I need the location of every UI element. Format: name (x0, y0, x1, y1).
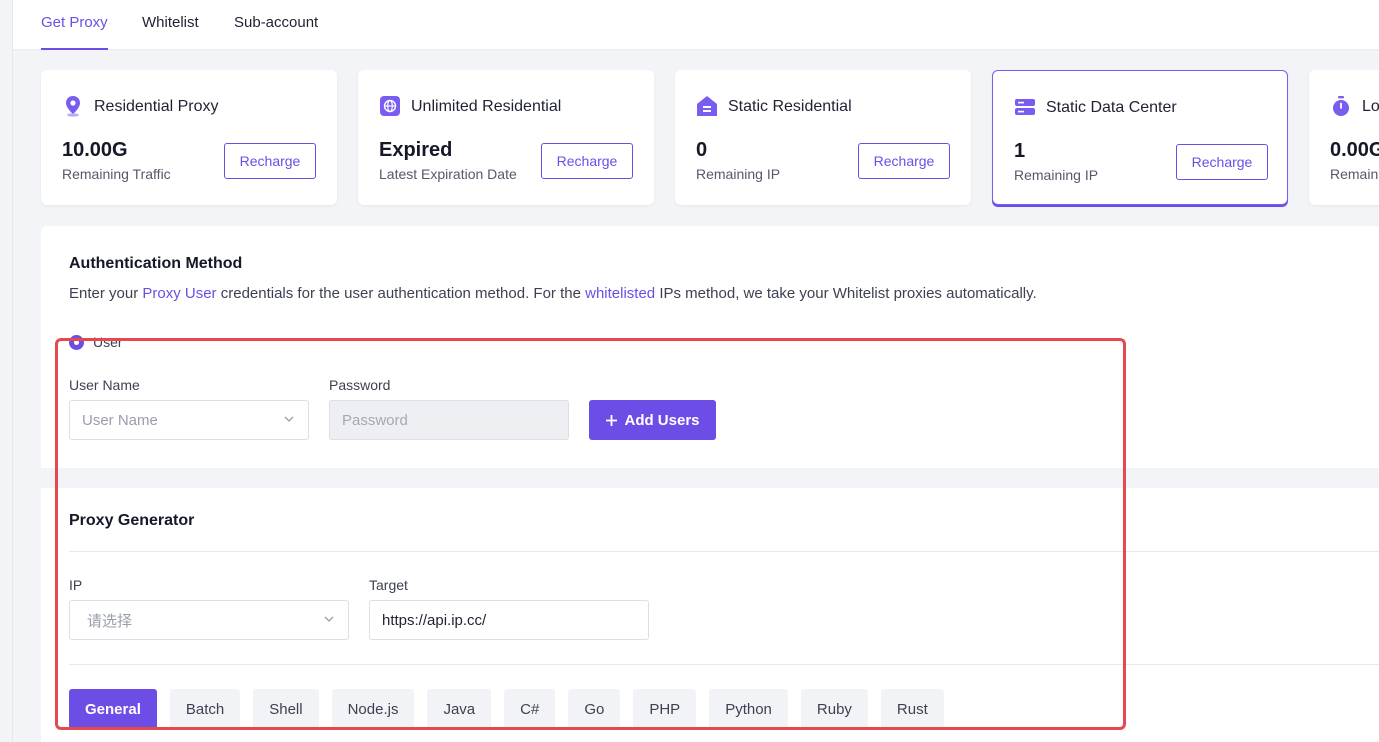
recharge-button[interactable]: Recharge (541, 143, 633, 179)
desc-text: Enter your (69, 285, 143, 302)
lang-tab-go[interactable]: Go (568, 689, 621, 730)
divider (69, 551, 1379, 552)
ip-placeholder: 请选择 (87, 612, 133, 630)
proxy-user-link[interactable]: Proxy User (142, 285, 216, 302)
whitelisted-link[interactable]: whitelisted (585, 285, 655, 302)
server-icon (1015, 99, 1035, 115)
ip-select[interactable]: 请选择 (69, 600, 349, 640)
add-users-label: Add Users (624, 411, 700, 429)
auth-title: Authentication Method (69, 255, 243, 272)
plus-icon (606, 414, 618, 426)
card-subtitle: Remaining IP (1014, 167, 1099, 183)
card-title: Unlimited Residential (411, 98, 562, 115)
authentication-panel: Authentication Method Enter your Proxy U… (41, 226, 1379, 468)
lang-tab-php[interactable]: PHP (633, 689, 697, 730)
username-label: User Name (69, 377, 140, 393)
card-partial[interactable]: Lo 0.00G Remain (1309, 70, 1379, 205)
password-placeholder: Password (342, 411, 408, 429)
username-placeholder: User Name (82, 411, 158, 429)
card-subtitle: Remain (1330, 166, 1379, 182)
password-field[interactable]: Password (329, 400, 569, 440)
card-value: 10.00G (62, 139, 128, 161)
language-tabs: General Batch Shell Node.js Java C# Go P… (69, 689, 944, 730)
user-radio-option[interactable]: User (69, 334, 123, 350)
card-title: Residential Proxy (94, 98, 219, 115)
card-static-data-center[interactable]: Static Data Center 1 Remaining IP Rechar… (992, 70, 1288, 205)
home-icon (697, 96, 717, 116)
lang-tab-java[interactable]: Java (427, 689, 492, 730)
card-title: Static Data Center (1046, 99, 1177, 116)
globe-icon (380, 96, 400, 116)
add-users-button[interactable]: Add Users (589, 400, 716, 440)
lang-tab-batch[interactable]: Batch (169, 689, 241, 730)
lang-tab-python[interactable]: Python (709, 689, 788, 730)
generator-title: Proxy Generator (69, 512, 195, 529)
card-value: 0 (696, 139, 708, 161)
card-subtitle: Remaining Traffic (62, 166, 171, 182)
card-value: 0.00G (1330, 139, 1379, 161)
card-title: Lo (1362, 98, 1379, 115)
card-subtitle: Remaining IP (696, 166, 781, 182)
tab-sub-account[interactable]: Sub-account (234, 14, 318, 50)
divider (69, 664, 1379, 665)
password-label: Password (329, 377, 391, 393)
target-value: https://api.ip.cc/ (382, 611, 487, 629)
stopwatch-icon (1333, 96, 1349, 116)
lang-tab-shell[interactable]: Shell (253, 689, 319, 730)
ip-label: IP (69, 577, 83, 593)
chevron-down-icon (284, 416, 294, 422)
radio-selected-icon[interactable] (69, 334, 84, 350)
desc-text: IPs method, we take your Whitelist proxi… (655, 285, 1037, 302)
lang-tab-csharp[interactable]: C# (504, 689, 556, 730)
top-tab-bar: Get Proxy Whitelist Sub-account (13, 0, 1379, 50)
card-value: Expired (379, 139, 453, 161)
lang-tab-general[interactable]: General (69, 689, 157, 730)
card-unlimited-residential[interactable]: Unlimited Residential Expired Latest Exp… (358, 70, 654, 205)
auth-description: Enter your Proxy User credentials for th… (69, 285, 1037, 302)
left-border (12, 0, 13, 742)
tab-get-proxy[interactable]: Get Proxy (41, 14, 108, 50)
radio-label: User (93, 334, 123, 350)
target-input[interactable]: https://api.ip.cc/ (369, 600, 649, 640)
lang-tab-rust[interactable]: Rust (880, 689, 944, 730)
card-subtitle: Latest Expiration Date (379, 166, 517, 182)
tab-whitelist[interactable]: Whitelist (142, 14, 199, 50)
chevron-down-icon (324, 616, 334, 622)
desc-text: credentials for the user authentication … (216, 285, 586, 302)
lang-tab-nodejs[interactable]: Node.js (331, 689, 415, 730)
username-select[interactable]: User Name (69, 400, 309, 440)
card-title: Static Residential (728, 98, 852, 115)
recharge-button[interactable]: Recharge (1176, 144, 1268, 180)
recharge-button[interactable]: Recharge (858, 143, 950, 179)
recharge-button[interactable]: Recharge (224, 143, 316, 179)
proxy-generator-panel: Proxy Generator IP 请选择 Target https://ap… (41, 488, 1379, 742)
location-pin-icon (66, 96, 80, 117)
card-static-residential[interactable]: Static Residential 0 Remaining IP Rechar… (675, 70, 971, 205)
card-residential-proxy[interactable]: Residential Proxy 10.00G Remaining Traff… (41, 70, 337, 205)
target-label: Target (369, 577, 408, 593)
lang-tab-ruby[interactable]: Ruby (800, 689, 868, 730)
card-value: 1 (1014, 140, 1026, 162)
